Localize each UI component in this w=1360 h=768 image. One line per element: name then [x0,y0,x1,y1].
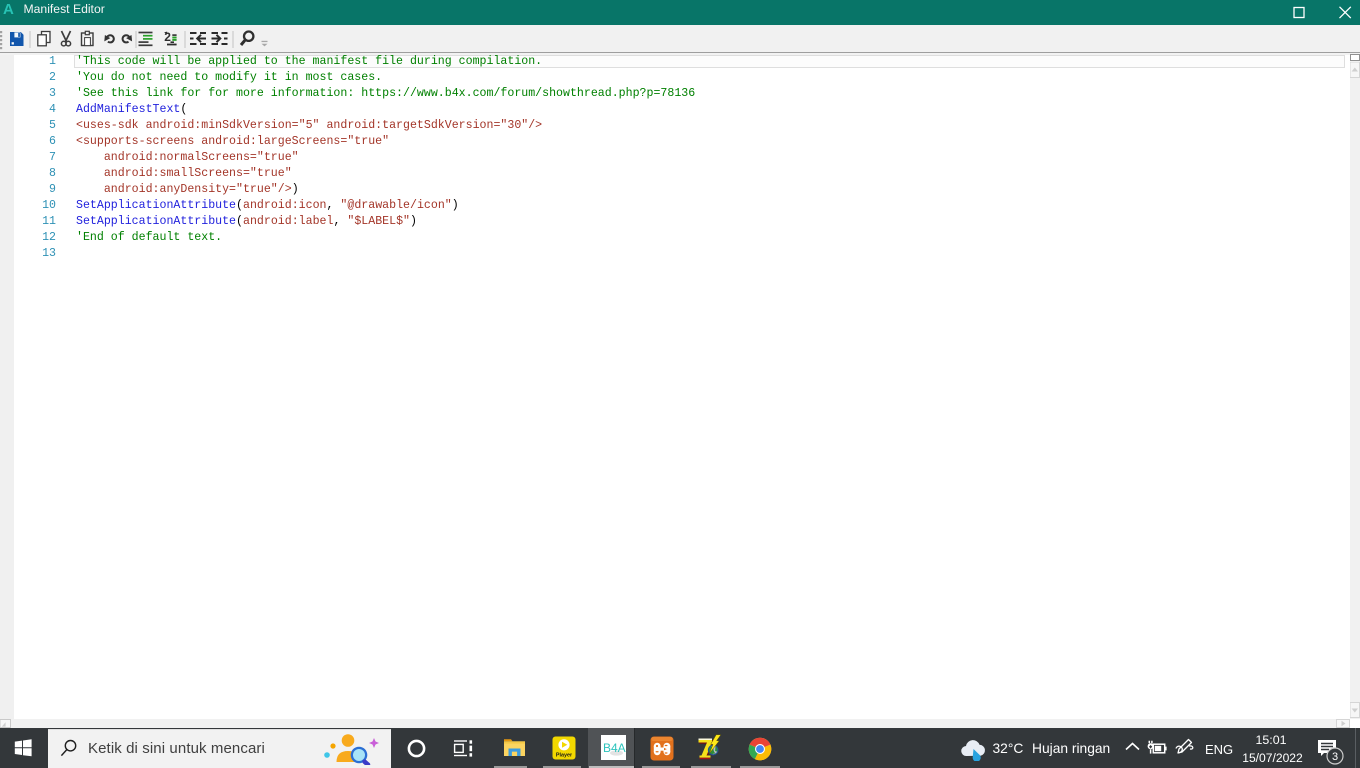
svg-text:B4A: B4A [603,741,626,755]
svg-text:3: 3 [1332,751,1338,763]
svg-text:Player: Player [556,753,573,759]
